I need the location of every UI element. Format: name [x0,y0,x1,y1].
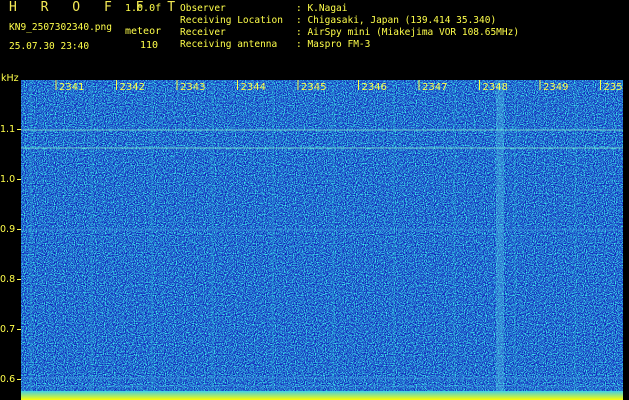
minute-marker [30,80,32,391]
time-label-2348: 2348 [483,82,508,93]
time-label-2345: 2345 [301,82,326,93]
location-value: : Chigasaki, Japan (139.414 35.340) [296,15,497,26]
timestamp: 25.07.30 23:40 [9,41,90,52]
minute-marker [453,80,456,391]
time-label-2343: 2343 [180,82,205,93]
noise-floor-band [21,391,623,400]
noise-layer [21,80,623,400]
antenna-label: Receiving antenna [180,39,278,50]
meteor-count: 110 [140,40,159,51]
time-label-2344: 2344 [241,82,266,93]
time-label-2342: 2342 [120,82,145,93]
freq-tick-0.7: 0.7 [0,324,16,335]
file-name: KN9_2507302340.png [9,22,112,33]
freq-tick-mark [17,129,21,130]
location-label: Receiving Location [180,15,283,26]
freq-tick-0.6: 0.6 [0,374,16,385]
freq-tick-mark [17,229,21,230]
minute-marker [151,80,153,391]
time-label-2347: 2347 [422,82,447,93]
minute-marker [574,80,577,391]
freq-tick-mark [17,329,21,330]
freq-tick-0.9: 0.9 [0,224,16,235]
freq-unit-label: kHz [1,73,19,84]
observer-label: Observer [180,3,226,14]
minute-marker [332,80,335,391]
version-label: 1.0.0f [125,3,162,14]
freq-tick-mark [17,379,21,380]
receiver-value: : AirSpy mini (Miakejima VOR 108.65MHz) [296,27,520,38]
observer-value: : K.Nagai [296,3,348,14]
freq-tick-0.8: 0.8 [0,274,16,285]
antenna-value: : Maspro FM-3 [296,39,371,50]
receiver-label: Receiver [180,27,226,38]
minute-marker [272,80,274,391]
freq-tick-1.1: 1.1 [0,124,16,135]
spectrogram-waterfall: 2341 2342 2343 2344 2345 2346 2347 2348 2349 2350 [21,80,623,400]
meteor-label: meteor [125,26,162,37]
freq-tick-mark [17,179,21,180]
time-label-2350: 2350 [604,82,624,93]
minute-marker [514,80,516,391]
header-panel: H R O F F T 1.0.0f KN9_2507302340.png me… [0,0,629,76]
signal-streak [496,80,504,391]
time-label-2346: 2346 [362,82,387,93]
freq-tick-1.0: 1.0 [0,174,16,185]
minute-marker [90,80,93,391]
freq-tick-mark [17,279,21,280]
minute-marker [393,80,395,391]
time-label-2341: 2341 [59,82,84,93]
minute-marker [211,80,214,391]
time-label-2349: 2349 [543,82,568,93]
